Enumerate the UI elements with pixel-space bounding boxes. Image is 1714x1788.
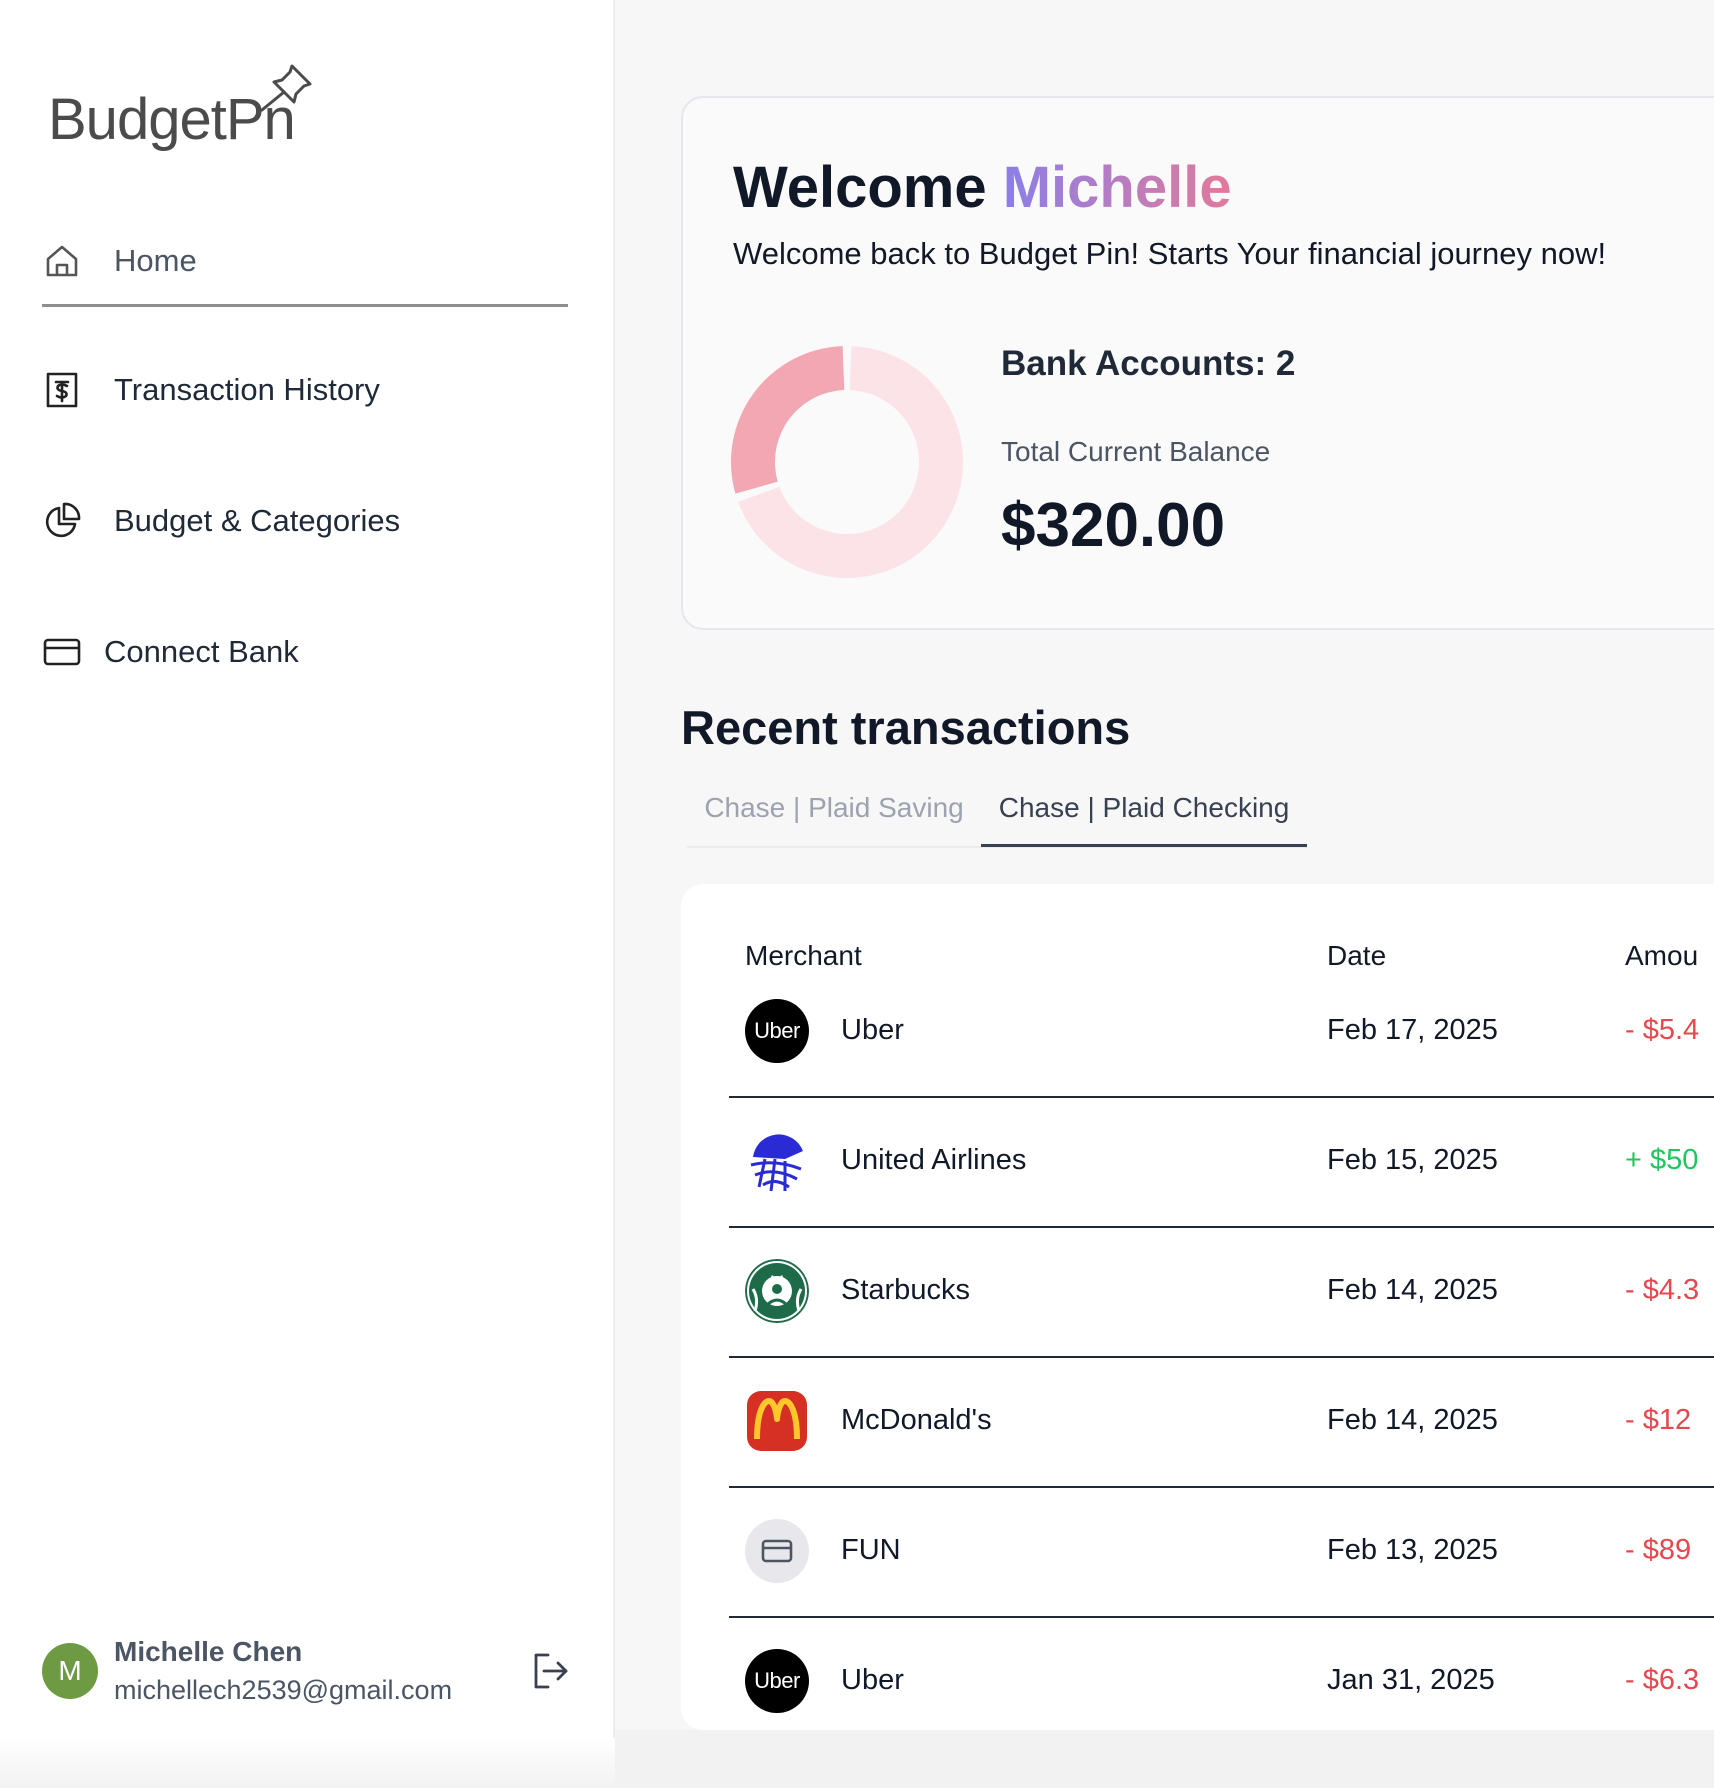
- table-row[interactable]: Uber Uber Feb 17, 2025 - $5.4: [729, 966, 1714, 1098]
- sidebar: BudgetPn Home Transaction History Budget…: [0, 0, 615, 1788]
- balance-label: Total Current Balance: [1001, 436, 1271, 467]
- tab-plaid-saving[interactable]: Chase | Plaid Saving: [687, 772, 981, 844]
- account-tabs: Chase | Plaid Saving Chase | Plaid Check…: [687, 772, 1307, 848]
- balance-donut-chart: [731, 346, 963, 578]
- user-name: Michelle Chen: [114, 1636, 303, 1667]
- sidebar-item-label: Budget & Categories: [114, 503, 401, 538]
- table-row[interactable]: United Airlines Feb 15, 2025 + $50: [729, 1096, 1714, 1228]
- transaction-amount: - $89: [1625, 1534, 1692, 1566]
- credit-card-icon: [745, 1519, 809, 1583]
- transaction-amount: - $4.3: [1625, 1274, 1700, 1306]
- merchant-name: Uber: [841, 1014, 904, 1046]
- welcome-card: Welcome Michelle Welcome back to Budget …: [681, 96, 1714, 630]
- user-info: Michelle Chen michellech2539@gmail.com: [114, 1633, 528, 1709]
- transaction-date: Jan 31, 2025: [1327, 1664, 1495, 1696]
- bank-accounts-count: Bank Accounts: 2: [1001, 344, 1296, 383]
- united-airlines-logo: [745, 1129, 809, 1193]
- table-row[interactable]: FUN Feb 13, 2025 - $89: [729, 1486, 1714, 1618]
- transaction-amount: + $50: [1625, 1144, 1699, 1176]
- transaction-date: Feb 17, 2025: [1327, 1014, 1498, 1046]
- donut-segment: [731, 346, 845, 494]
- merchant-name: FUN: [841, 1534, 901, 1566]
- recent-transactions-title: Recent transactions: [681, 701, 1131, 754]
- home-icon: [46, 245, 78, 277]
- welcome-prefix: Welcome: [733, 155, 987, 220]
- table-row[interactable]: Starbucks Feb 14, 2025 - $4.3: [729, 1226, 1714, 1358]
- uber-logo: Uber: [745, 1649, 809, 1713]
- transaction-date: Feb 14, 2025: [1327, 1274, 1498, 1306]
- pushpin-icon: [260, 64, 312, 112]
- transaction-date: Feb 14, 2025: [1327, 1404, 1498, 1436]
- merchant-name: Starbucks: [841, 1274, 970, 1306]
- sidebar-item-budget-categories[interactable]: Budget & Categories: [42, 478, 568, 564]
- user-email: michellech2539@gmail.com: [114, 1675, 453, 1705]
- welcome-subtitle: Welcome back to Budget Pin! Starts Your …: [733, 236, 1607, 271]
- merchant-name: Uber: [841, 1664, 904, 1696]
- transaction-date: Feb 15, 2025: [1327, 1144, 1498, 1176]
- avatar[interactable]: M: [42, 1643, 98, 1699]
- table-row[interactable]: McDonald's Feb 14, 2025 - $12: [729, 1356, 1714, 1488]
- tab-plaid-checking[interactable]: Chase | Plaid Checking: [981, 772, 1307, 847]
- page-bottom-shade: [615, 1730, 1714, 1788]
- main-content: Welcome Michelle Welcome back to Budget …: [615, 0, 1714, 1788]
- page-title: Welcome Michelle: [733, 154, 1232, 221]
- mcdonalds-logo: [745, 1389, 809, 1453]
- sidebar-item-label: Transaction History: [114, 372, 380, 407]
- sidebar-item-home[interactable]: Home: [42, 218, 568, 307]
- transaction-date: Feb 13, 2025: [1327, 1534, 1498, 1566]
- sidebar-item-connect-bank[interactable]: Connect Bank: [42, 609, 568, 695]
- starbucks-logo: [745, 1259, 809, 1323]
- table-row[interactable]: Uber Uber Jan 31, 2025 - $6.3: [729, 1616, 1714, 1730]
- merchant-name: United Airlines: [841, 1144, 1027, 1176]
- sidebar-item-label: Connect Bank: [104, 634, 299, 669]
- logout-icon[interactable]: [528, 1649, 572, 1693]
- sidebar-footer-shade: [0, 1738, 615, 1788]
- pie-chart-icon: [45, 502, 81, 538]
- transaction-amount: - $5.4: [1625, 1014, 1700, 1046]
- user-profile: M Michelle Chen michellech2539@gmail.com: [42, 1626, 572, 1716]
- welcome-user-name: Michelle: [1002, 155, 1232, 220]
- sidebar-item-transaction-history[interactable]: Transaction History: [42, 347, 568, 433]
- balance-value: $320.00: [1001, 491, 1226, 560]
- app-logo[interactable]: BudgetPn: [48, 60, 312, 160]
- transaction-amount: - $12: [1625, 1404, 1692, 1436]
- transactions-table: Merchant Date Amou Uber Uber Feb 17, 202…: [681, 884, 1714, 1730]
- credit-card-icon: [43, 638, 81, 666]
- transaction-amount: - $6.3: [1625, 1664, 1700, 1696]
- sidebar-item-label: Home: [114, 243, 197, 278]
- uber-logo: Uber: [745, 999, 809, 1063]
- receipt-dollar-icon: [46, 372, 78, 408]
- merchant-name: McDonald's: [841, 1404, 992, 1436]
